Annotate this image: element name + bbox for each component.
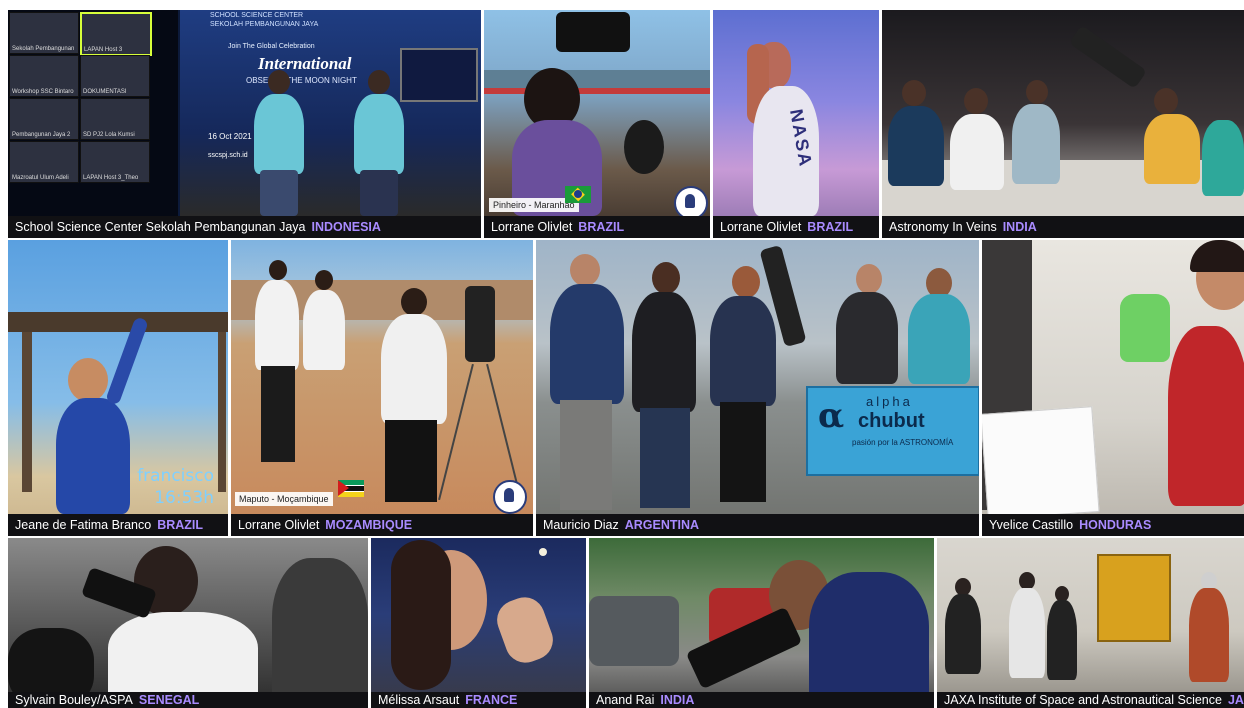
- caption-country: HONDURAS: [1079, 518, 1152, 532]
- zoom-cell: Sekolah Pembangunan: [9, 12, 79, 54]
- caption-country: MOZAMBIQUE: [325, 518, 413, 532]
- caption-name: School Science Center Sekolah Pembanguna…: [15, 220, 306, 234]
- event-banner-line2: SEKOLAH PEMBANGUNAN JAYA: [210, 21, 319, 28]
- event-join-text: Join The Global Celebration: [228, 43, 315, 50]
- club-banner: α alpha chubut pasión por la ASTRONOMÍA: [806, 386, 979, 476]
- photo-caption: Mélissa Arsaut FRANCE: [371, 692, 586, 708]
- zoom-cell: Mazroatul Ulum Adeli: [9, 141, 79, 183]
- drawing-paper: [982, 406, 1100, 520]
- photo-time-stamp: 16:53h: [154, 488, 214, 508]
- zoom-cell: Pembangunan Jaya 2: [9, 98, 79, 140]
- caption-name: Yvelice Castillo: [989, 518, 1074, 532]
- caption-country: INDIA: [1002, 220, 1037, 234]
- photo-caption: Lorrane Olivlet BRAZIL: [713, 216, 879, 238]
- caption-country: SENEGAL: [138, 693, 200, 707]
- event-website: sscspj.sch.id: [208, 152, 248, 159]
- zoom-cell: Workshop SSC Bintaro: [9, 55, 79, 97]
- photo-caption: Mauricio Diaz ARGENTINA: [536, 514, 979, 536]
- photo-caption: School Science Center Sekolah Pembanguna…: [8, 216, 481, 238]
- zoom-cell: LAPAN Host 3_Theo: [80, 141, 150, 183]
- caption-name: Sylvain Bouley/ASPA: [15, 693, 133, 707]
- caption-name: JAXA Institute of Space and Astronautica…: [944, 693, 1222, 707]
- caption-country: ARGENTINA: [624, 518, 700, 532]
- photo-tile-mozambique: Maputo - Moçambique Lorrane Olivlet MOZAM…: [231, 240, 533, 536]
- photo-name-stamp: francisco: [137, 466, 214, 486]
- event-banner-line1: SCHOOL SCIENCE CENTER: [210, 12, 304, 19]
- caption-name: Astronomy In Veins: [889, 220, 997, 234]
- photo-tile-brazil-binoculars: Pinheiro - Maranhão Lorrane Olivlet BRAZI…: [484, 10, 710, 238]
- zoom-grid: Sekolah Pembangunan LAPAN Host 3 Worksho…: [8, 10, 178, 216]
- photo-tile-honduras: Yvelice Castillo HONDURAS: [982, 240, 1244, 536]
- mozambique-flag-icon: [338, 480, 364, 497]
- banner-chubut: chubut: [858, 410, 925, 432]
- photo-caption: Anand Rai INDIA: [589, 692, 934, 708]
- photo-caption: Lorrane Olivlet BRAZIL: [484, 216, 710, 238]
- caption-name: Mauricio Diaz: [543, 518, 619, 532]
- caption-country: INDONESIA: [311, 220, 381, 234]
- caption-country: INDIA: [660, 693, 695, 707]
- photo-collage: Sekolah Pembangunan LAPAN Host 3 Worksho…: [0, 0, 1244, 708]
- observe-moon-logo-icon: [493, 480, 527, 514]
- photo-tile-argentina: α alpha chubut pasión por la ASTRONOMÍA …: [536, 240, 979, 536]
- zoom-cell: SD PJ2 Lola Kumsi: [80, 98, 150, 140]
- photo-caption: JAXA Institute of Space and Astronautica…: [937, 692, 1244, 708]
- caption-name: Lorrane Olivlet: [238, 518, 320, 532]
- stage-backdrop: SCHOOL SCIENCE CENTER SEKOLAH PEMBANGUNA…: [180, 10, 481, 216]
- zoom-cell: DOKUMENTASI: [80, 55, 150, 97]
- photo-tile-india-group: Astronomy In Veins INDIA: [882, 10, 1244, 238]
- event-subtitle: OBSERVE THE MOON NIGHT: [246, 76, 357, 85]
- photo-tile-senegal: Sylvain Bouley/ASPA SENEGAL: [8, 538, 368, 708]
- caption-name: Lorrane Olivlet: [720, 220, 802, 234]
- photo-caption: Yvelice Castillo HONDURAS: [982, 514, 1244, 536]
- display-screen: [400, 48, 478, 102]
- photo-caption: Jeane de Fatima Branco BRAZIL: [8, 514, 228, 536]
- photo-tile-brazil-boy: francisco 16:53h Jeane de Fatima Branco B…: [8, 240, 228, 536]
- watering-can: [1120, 294, 1170, 362]
- caption-name: Lorrane Olivlet: [491, 220, 573, 234]
- photo-caption: Astronomy In Veins INDIA: [882, 216, 1244, 238]
- brazil-flag-icon: [565, 186, 591, 203]
- photo-tile-brazil-sunset: NASA Lorrane Olivlet BRAZIL: [713, 10, 879, 238]
- photo-caption: Lorrane Olivlet MOZAMBIQUE: [231, 514, 533, 536]
- banner-alpha: alpha: [866, 394, 913, 409]
- photo-tile-france: Mélissa Arsaut FRANCE: [371, 538, 586, 708]
- banner-tagline: pasión por la ASTRONOMÍA: [852, 438, 954, 447]
- caption-country: FRANCE: [465, 693, 518, 707]
- photo-tile-japan-jaxa: JAXA Institute of Space and Astronautica…: [937, 538, 1244, 708]
- photo-caption: Sylvain Bouley/ASPA SENEGAL: [8, 692, 368, 708]
- parked-car: [589, 596, 679, 666]
- zoom-cell: LAPAN Host 3: [80, 12, 152, 56]
- caption-country: BRAZIL: [157, 518, 204, 532]
- spacecraft-model: [1097, 554, 1171, 642]
- caption-name: Jeane de Fatima Branco: [15, 518, 152, 532]
- caption-name: Mélissa Arsaut: [378, 693, 460, 707]
- observe-moon-logo-icon: [674, 186, 708, 220]
- caption-name: Anand Rai: [596, 693, 655, 707]
- photo-tile-india-anand: Anand Rai INDIA: [589, 538, 934, 708]
- event-date: 16 Oct 2021: [208, 132, 252, 141]
- location-stamp: Maputo - Moçambique: [235, 492, 333, 506]
- photo-tile-indonesia: Sekolah Pembangunan LAPAN Host 3 Worksho…: [8, 10, 481, 238]
- caption-country: JAPAN: [1227, 693, 1244, 707]
- caption-country: BRAZIL: [578, 220, 625, 234]
- caption-country: BRAZIL: [807, 220, 854, 234]
